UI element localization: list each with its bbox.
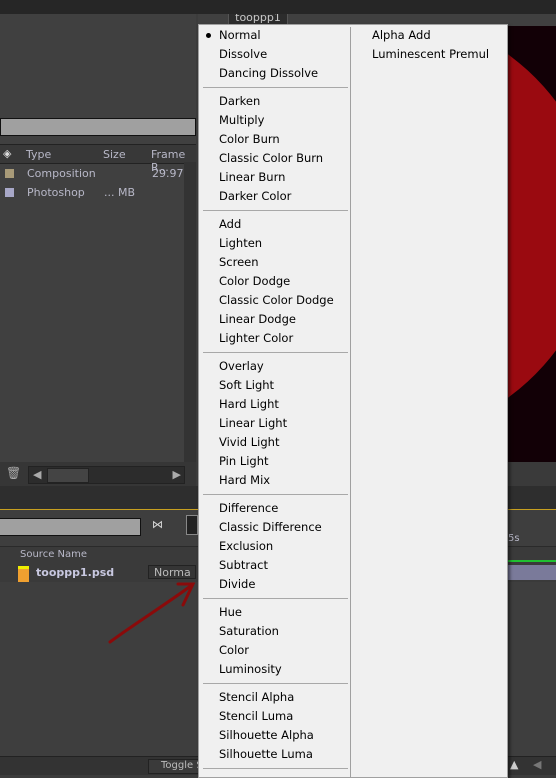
menu-separator (203, 683, 348, 684)
menu-item-label: Lighter Color (219, 331, 294, 345)
menu-item-linear-dodge[interactable]: Linear Dodge (199, 310, 350, 329)
menu-item-label: Dissolve (219, 47, 268, 61)
blend-mode-column-2: Alpha Add Luminescent Premul (352, 26, 502, 64)
menu-item-dissolve[interactable]: Dissolve (199, 45, 350, 64)
menu-item-label: Multiply (219, 113, 265, 127)
menu-item-classic-color-dodge[interactable]: Classic Color Dodge (199, 291, 350, 310)
menu-item-label: Darken (219, 94, 261, 108)
column-divider (350, 27, 351, 777)
menu-item-label: Saturation (219, 624, 279, 638)
menu-item-label: Subtract (219, 558, 269, 572)
menu-item-label: Color Burn (219, 132, 280, 146)
menu-item-label: Silhouette Alpha (219, 728, 314, 742)
menu-item-silhouette-luma[interactable]: Silhouette Luma (199, 745, 350, 764)
menu-item-color-dodge[interactable]: Color Dodge (199, 272, 350, 291)
menu-item-label: Linear Burn (219, 170, 286, 184)
menu-item-label: Pin Light (219, 454, 269, 468)
menu-item-darker-color[interactable]: Darker Color (199, 187, 350, 206)
blend-mode-column-1: Normal Dissolve Dancing Dissolve Darken Mult… (199, 26, 350, 773)
menu-item-label: Screen (219, 255, 259, 269)
menu-item-darken[interactable]: Darken (199, 92, 350, 111)
menu-item-classic-difference[interactable]: Classic Difference (199, 518, 350, 537)
menu-item-label: Divide (219, 577, 256, 591)
menu-item-label: Hard Mix (219, 473, 271, 487)
menu-item-label: Add (219, 217, 242, 231)
menu-item-stencil-luma[interactable]: Stencil Luma (199, 707, 350, 726)
menu-item-difference[interactable]: Difference (199, 499, 350, 518)
menu-item-lighter-color[interactable]: Lighter Color (199, 329, 350, 348)
menu-item-linear-burn[interactable]: Linear Burn (199, 168, 350, 187)
menu-item-silhouette-alpha[interactable]: Silhouette Alpha (199, 726, 350, 745)
menu-item-label: Luminosity (219, 662, 282, 676)
menu-item-hue[interactable]: Hue (199, 603, 350, 622)
menu-item-label: Soft Light (219, 378, 275, 392)
menu-item-label: Vivid Light (219, 435, 280, 449)
menu-item-label: Stencil Alpha (219, 690, 295, 704)
menu-item-hard-light[interactable]: Hard Light (199, 395, 350, 414)
menu-item-vivid-light[interactable]: Vivid Light (199, 433, 350, 452)
menu-item-overlay[interactable]: Overlay (199, 357, 350, 376)
menu-separator (203, 352, 348, 353)
menu-item-lighten[interactable]: Lighten (199, 234, 350, 253)
menu-separator (203, 768, 348, 769)
menu-item-label: Lighten (219, 236, 263, 250)
menu-separator (203, 87, 348, 88)
menu-item-label: Hue (219, 605, 243, 619)
menu-separator (203, 494, 348, 495)
menu-item-dancing-dissolve[interactable]: Dancing Dissolve (199, 64, 350, 83)
menu-separator (203, 210, 348, 211)
menu-item-label: Exclusion (219, 539, 274, 553)
menu-item-label: Hard Light (219, 397, 279, 411)
menu-item-label: Linear Light (219, 416, 288, 430)
menu-item-luminescent-premul[interactable]: Luminescent Premul (352, 45, 502, 64)
menu-item-label: Color Dodge (219, 274, 291, 288)
menu-item-label: Darker Color (219, 189, 292, 203)
menu-separator (203, 598, 348, 599)
menu-item-alpha-add[interactable]: Alpha Add (352, 26, 502, 45)
menu-item-hard-mix[interactable]: Hard Mix (199, 471, 350, 490)
menu-item-label: Classic Color Dodge (219, 293, 334, 307)
menu-item-label: Stencil Luma (219, 709, 294, 723)
menu-item-multiply[interactable]: Multiply (199, 111, 350, 130)
menu-item-label: Silhouette Luma (219, 747, 313, 761)
menu-item-label: Classic Difference (219, 520, 322, 534)
selected-bullet-icon (206, 33, 211, 38)
menu-item-label: Classic Color Burn (219, 151, 324, 165)
menu-item-label: Linear Dodge (219, 312, 296, 326)
menu-item-subtract[interactable]: Subtract (199, 556, 350, 575)
menu-item-soft-light[interactable]: Soft Light (199, 376, 350, 395)
menu-item-label: Normal (219, 28, 261, 42)
menu-item-exclusion[interactable]: Exclusion (199, 537, 350, 556)
menu-item-pin-light[interactable]: Pin Light (199, 452, 350, 471)
menu-item-screen[interactable]: Screen (199, 253, 350, 272)
menu-item-label: Color (219, 643, 250, 657)
menu-item-label: Dancing Dissolve (219, 66, 319, 80)
menu-item-normal[interactable]: Normal (199, 26, 350, 45)
blend-mode-menu: Normal Dissolve Dancing Dissolve Darken Mult… (198, 24, 508, 778)
menu-item-color[interactable]: Color (199, 641, 350, 660)
menu-item-classic-color-burn[interactable]: Classic Color Burn (199, 149, 350, 168)
menu-item-saturation[interactable]: Saturation (199, 622, 350, 641)
menu-item-label: Difference (219, 501, 279, 515)
menu-item-color-burn[interactable]: Color Burn (199, 130, 350, 149)
menu-item-add[interactable]: Add (199, 215, 350, 234)
menu-item-label: Overlay (219, 359, 264, 373)
menu-item-linear-light[interactable]: Linear Light (199, 414, 350, 433)
menu-item-stencil-alpha[interactable]: Stencil Alpha (199, 688, 350, 707)
menu-item-divide[interactable]: Divide (199, 575, 350, 594)
menu-item-luminosity[interactable]: Luminosity (199, 660, 350, 679)
